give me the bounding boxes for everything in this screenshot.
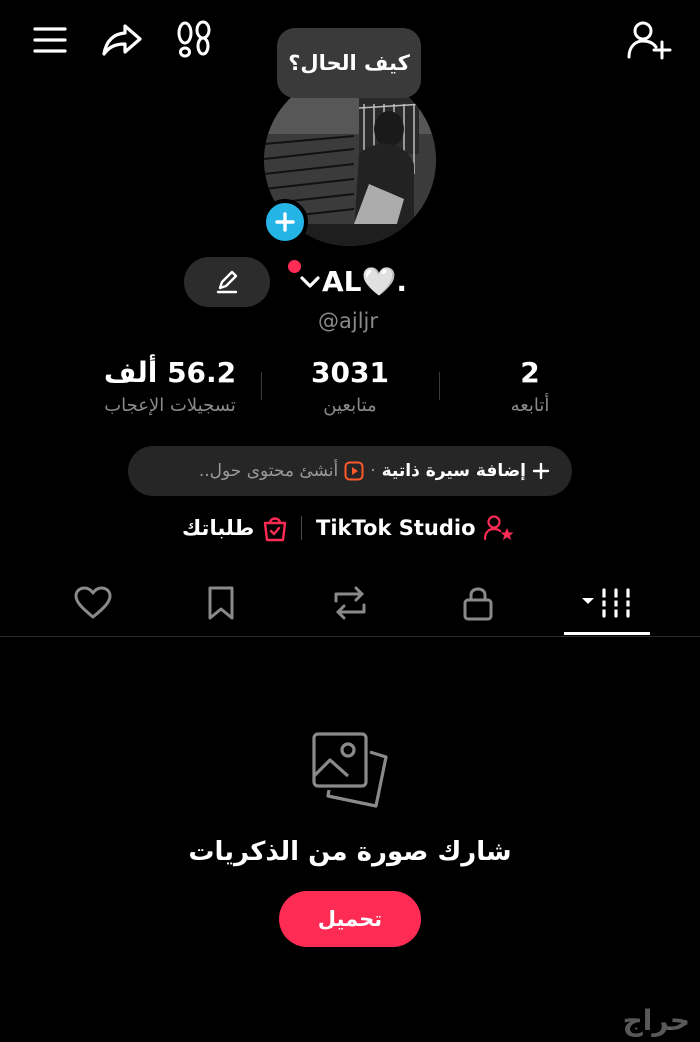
- lock-icon: [462, 585, 494, 621]
- tiktok-studio-link[interactable]: TikTok Studio: [316, 508, 514, 548]
- tab-saved[interactable]: [176, 576, 266, 630]
- tab-liked[interactable]: [48, 576, 138, 630]
- followers-count: 3031: [311, 356, 389, 389]
- heart-icon: [74, 586, 112, 620]
- orders-link[interactable]: طلباتك: [182, 508, 288, 548]
- stat-likes[interactable]: 56.2 ألف تسجيلات الإعجاب: [80, 354, 260, 420]
- bio-hint: أنشئ محتوى حول..: [198, 461, 339, 481]
- watermark: حراج: [622, 1004, 690, 1037]
- stat-following[interactable]: 2 أتابعه: [450, 354, 610, 420]
- following-count: 2: [520, 356, 540, 389]
- play-icon: [344, 461, 364, 481]
- upload-label: تحميل: [317, 907, 383, 931]
- bio-separator: ·: [370, 461, 376, 481]
- add-bio-label: إضافة سيرة ذاتية: [381, 461, 526, 481]
- tab-videos[interactable]: [563, 576, 653, 630]
- tabs-divider: [0, 636, 700, 637]
- stat-followers[interactable]: 3031 متابعين: [270, 354, 430, 420]
- likes-label: تسجيلات الإعجاب: [104, 395, 236, 416]
- plus-icon: [532, 462, 550, 480]
- stat-divider: [261, 372, 262, 400]
- repost-icon: [330, 585, 370, 621]
- photos-icon: [308, 730, 392, 810]
- display-name[interactable]: AL🤍.: [322, 262, 407, 302]
- status-bubble-text: كيف الحال؟: [288, 51, 410, 75]
- shopping-bag-icon: [262, 514, 288, 542]
- tab-private[interactable]: [433, 576, 523, 630]
- tab-reposts[interactable]: [305, 576, 395, 630]
- grid-icon: [580, 586, 636, 620]
- link-divider: [301, 516, 302, 540]
- stat-divider: [439, 372, 440, 400]
- edit-profile-button[interactable]: [184, 257, 270, 307]
- followers-label: متابعين: [323, 395, 377, 416]
- upload-button[interactable]: تحميل: [279, 891, 421, 947]
- add-bio-button[interactable]: أنشئ محتوى حول.. · إضافة سيرة ذاتية: [128, 446, 572, 496]
- orders-label: طلباتك: [182, 516, 255, 540]
- following-label: أتابعه: [510, 395, 550, 416]
- share-icon[interactable]: [98, 18, 146, 62]
- footprints-icon[interactable]: [172, 16, 216, 64]
- status-bubble[interactable]: كيف الحال؟: [277, 28, 421, 98]
- add-story-icon[interactable]: [262, 199, 308, 245]
- likes-count: 56.2 ألف: [103, 356, 237, 389]
- bookmark-icon: [206, 585, 236, 621]
- add-friend-icon[interactable]: [624, 16, 674, 64]
- menu-icon[interactable]: [28, 18, 72, 62]
- creator-star-icon: [483, 514, 514, 542]
- empty-state-message: شارك صورة من الذكريات: [188, 837, 512, 867]
- studio-label: TikTok Studio: [316, 516, 476, 540]
- active-tab-indicator: [564, 632, 650, 635]
- username: @ajljr: [318, 309, 379, 333]
- chevron-down-icon[interactable]: [298, 270, 322, 294]
